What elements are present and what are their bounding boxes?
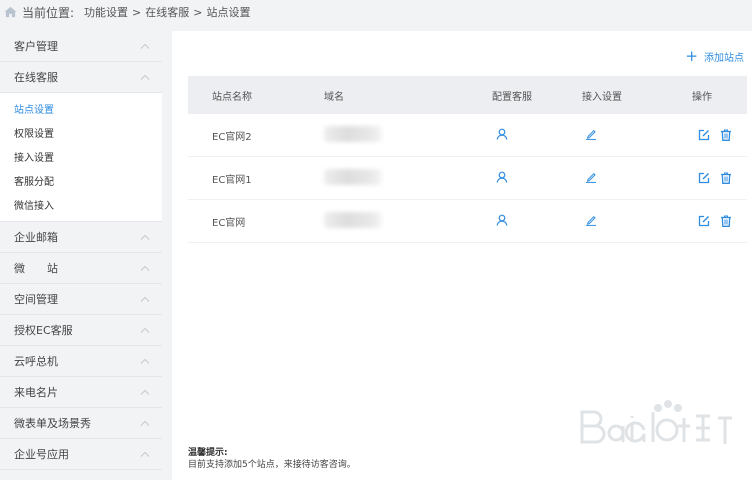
sidebar-section-label: 客户管理: [14, 40, 58, 53]
chevron-up-icon: [140, 43, 150, 49]
sidebar-section-space-management[interactable]: 空间管理: [0, 284, 162, 315]
current-position-label: 当前位置:: [22, 5, 75, 20]
sidebar-section-enterprise-mail[interactable]: 企业邮箱: [0, 222, 162, 253]
blurred-domain: [324, 211, 382, 228]
breadcrumb-separator: >: [132, 5, 142, 19]
breadcrumb-item-site-settings: 站点设置: [206, 6, 251, 19]
blurred-domain: [324, 168, 382, 185]
sidebar-section-label: 企业号应用: [14, 448, 69, 461]
sidebar-section-label: 微 站: [14, 262, 58, 275]
baidu-jingyan-watermark-logo: [580, 400, 732, 444]
sites-table: 站点名称 域名 配置客服 接入设置 操作 EC官网2 EC官网1 EC官网: [188, 76, 747, 243]
access-settings-cell: [582, 214, 692, 229]
breadcrumb-item-function-settings[interactable]: 功能设置: [84, 4, 128, 20]
sidebar-section-customer-management[interactable]: 客户管理: [0, 31, 162, 62]
sidebar-section-label: 授权EC客服: [14, 324, 73, 337]
edit-icon[interactable]: [698, 172, 710, 184]
sidebar-section-online-service[interactable]: 在线客服: [0, 62, 162, 93]
sidebar-section-cloud-switchboard[interactable]: 云呼总机: [0, 346, 162, 377]
sidebar-item-access-settings[interactable]: 接入设置: [0, 144, 162, 168]
header-domain: 域名: [324, 91, 344, 103]
site-name-cell: EC官网: [212, 217, 246, 229]
header-access-settings: 接入设置: [582, 91, 622, 103]
actions-cell: [692, 215, 747, 227]
user-icon[interactable]: [496, 171, 508, 183]
breadcrumb: 当前位置: 功能设置 > 在线客服 > 站点设置: [0, 0, 752, 24]
chevron-up-icon: [140, 265, 150, 271]
sidebar-submenu-online-service: 站点设置 权限设置 接入设置 客服分配 微信接入: [0, 93, 162, 222]
breadcrumb-separator: >: [193, 5, 203, 19]
tips-text: 目前支持添加5个站点，来接待访客咨询。: [188, 460, 356, 470]
pencil-icon[interactable]: [585, 214, 597, 226]
actions-cell: [692, 172, 747, 184]
header-config-service: 配置客服: [492, 91, 532, 103]
sidebar-section-label: 企业邮箱: [14, 231, 58, 244]
chevron-up-icon: [140, 451, 150, 457]
sidebar-item-permission-settings[interactable]: 权限设置: [0, 120, 162, 144]
add-site-button[interactable]: + 添加站点: [685, 47, 744, 65]
site-name-cell: EC官网2: [212, 131, 252, 143]
tips-title: 温馨提示:: [188, 448, 228, 458]
chevron-up-icon: [140, 327, 150, 333]
sidebar-section-micro-form[interactable]: 微表单及场景秀: [0, 408, 162, 439]
chevron-up-icon: [140, 389, 150, 395]
home-icon: [4, 6, 17, 18]
table-header: 站点名称 域名 配置客服 接入设置 操作: [188, 76, 747, 114]
config-service-cell: [492, 128, 582, 143]
trash-icon[interactable]: [720, 129, 732, 141]
access-settings-cell: [582, 171, 692, 186]
chevron-up-icon: [140, 234, 150, 240]
header-actions: 操作: [692, 91, 712, 103]
domain-cell: [324, 168, 492, 188]
header-site-name: 站点名称: [212, 91, 252, 103]
sidebar-item-wechat-access[interactable]: 微信接入: [0, 192, 162, 216]
config-service-cell: [492, 171, 582, 186]
domain-cell: [324, 211, 492, 231]
table-row: EC官网: [188, 200, 747, 243]
pencil-icon[interactable]: [585, 171, 597, 183]
chevron-up-icon: [140, 358, 150, 364]
pencil-icon[interactable]: [585, 128, 597, 140]
sidebar-section-label: 云呼总机: [14, 355, 58, 368]
table-row: EC官网2: [188, 114, 747, 157]
sidebar-section-micro-site[interactable]: 微 站: [0, 253, 162, 284]
sidebar-section-label: 微表单及场景秀: [14, 417, 91, 430]
domain-cell: [324, 125, 492, 145]
user-icon[interactable]: [496, 214, 508, 226]
edit-icon[interactable]: [698, 129, 710, 141]
trash-icon[interactable]: [720, 215, 732, 227]
sidebar-item-site-settings[interactable]: 站点设置: [0, 96, 162, 120]
sidebar-section-label: 来电名片: [14, 386, 58, 399]
sidebar-section-caller-card[interactable]: 来电名片: [0, 377, 162, 408]
trash-icon[interactable]: [720, 172, 732, 184]
sidebar-item-service-assignment[interactable]: 客服分配: [0, 168, 162, 192]
table-row: EC官网1: [188, 157, 747, 200]
chevron-up-icon: [140, 74, 150, 80]
user-icon[interactable]: [496, 128, 508, 140]
add-site-label: 添加站点: [704, 53, 744, 64]
sidebar-section-enterprise-apps[interactable]: 企业号应用: [0, 439, 162, 470]
breadcrumb-item-online-service[interactable]: 在线客服: [145, 4, 189, 20]
sidebar-section-label: 在线客服: [14, 71, 58, 84]
site-name-cell: EC官网1: [212, 174, 252, 186]
plus-icon: +: [685, 47, 698, 65]
sidebar-section-authorized-ec-service[interactable]: 授权EC客服: [0, 315, 162, 346]
sidebar-section-label: 空间管理: [14, 293, 58, 306]
blurred-domain: [324, 125, 382, 142]
tips-block: 温馨提示: 目前支持添加5个站点，来接待访客咨询。: [188, 447, 356, 471]
chevron-up-icon: [140, 296, 150, 302]
edit-icon[interactable]: [698, 215, 710, 227]
chevron-up-icon: [140, 420, 150, 426]
actions-cell: [692, 129, 747, 141]
config-service-cell: [492, 214, 582, 229]
access-settings-cell: [582, 128, 692, 143]
sidebar: 客户管理 在线客服 站点设置 权限设置 接入设置 客服分配 微信接入 企业邮箱 …: [0, 31, 162, 480]
